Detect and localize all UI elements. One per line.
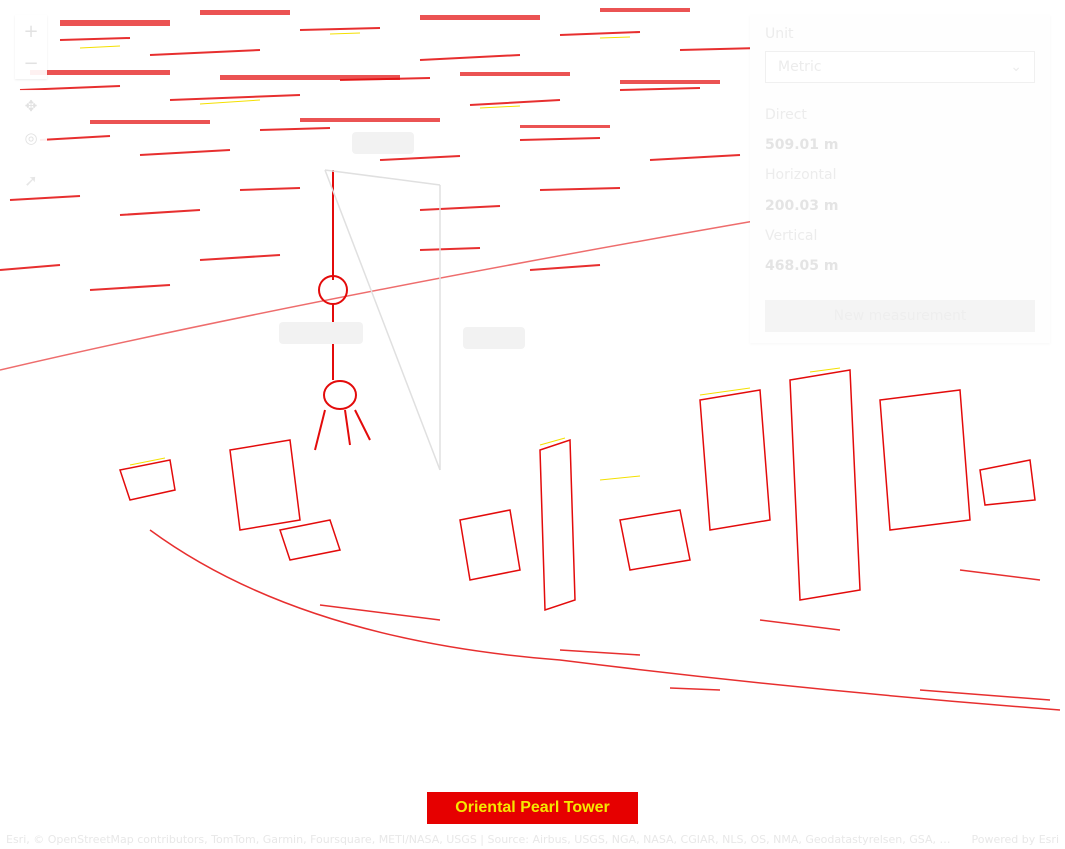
measurement-label-left [279,322,363,344]
pan-button[interactable]: ✥ [15,90,47,122]
zoom-out-button[interactable]: − [15,47,47,79]
attribution-bar[interactable]: Esri, © OpenStreetMap contributors, TomT… [0,829,1065,849]
new-measurement-button[interactable]: New measurement [765,300,1035,332]
compass-button[interactable]: ◎ [15,122,47,154]
location-banner: Oriental Pearl Tower [427,792,638,824]
unit-label: Unit [765,26,794,42]
zoom-in-button[interactable]: + [15,15,47,47]
attribution-text[interactable]: Esri, © OpenStreetMap contributors, TomT… [6,833,956,846]
vertical-label: Vertical [765,228,818,244]
measure-tool-button[interactable]: ➚ [15,164,47,196]
compass-icon: ◎ [24,129,38,147]
zoom-controls: + − [15,15,47,79]
horizontal-label: Horizontal [765,167,837,183]
navigation-controls: ✥ ◎ [15,90,47,154]
chevron-down-icon: ⌄ [1010,59,1022,75]
pointer-icon: ➚ [24,170,38,190]
direct-value: 509.01 m [765,137,839,153]
powered-by-esri[interactable]: Powered by Esri [971,833,1059,846]
measurement-label-right [463,327,525,349]
unit-select[interactable]: Metric ⌄ [765,51,1035,83]
vertical-value: 468.05 m [765,258,839,274]
move-icon: ✥ [24,97,38,115]
horizontal-value: 200.03 m [765,198,839,214]
measurement-label-top [352,132,414,154]
unit-select-value: Metric [778,59,822,75]
direct-label: Direct [765,107,807,123]
direct-line-measurement-panel: Unit Metric ⌄ Direct 509.01 m Horizontal… [750,15,1050,343]
